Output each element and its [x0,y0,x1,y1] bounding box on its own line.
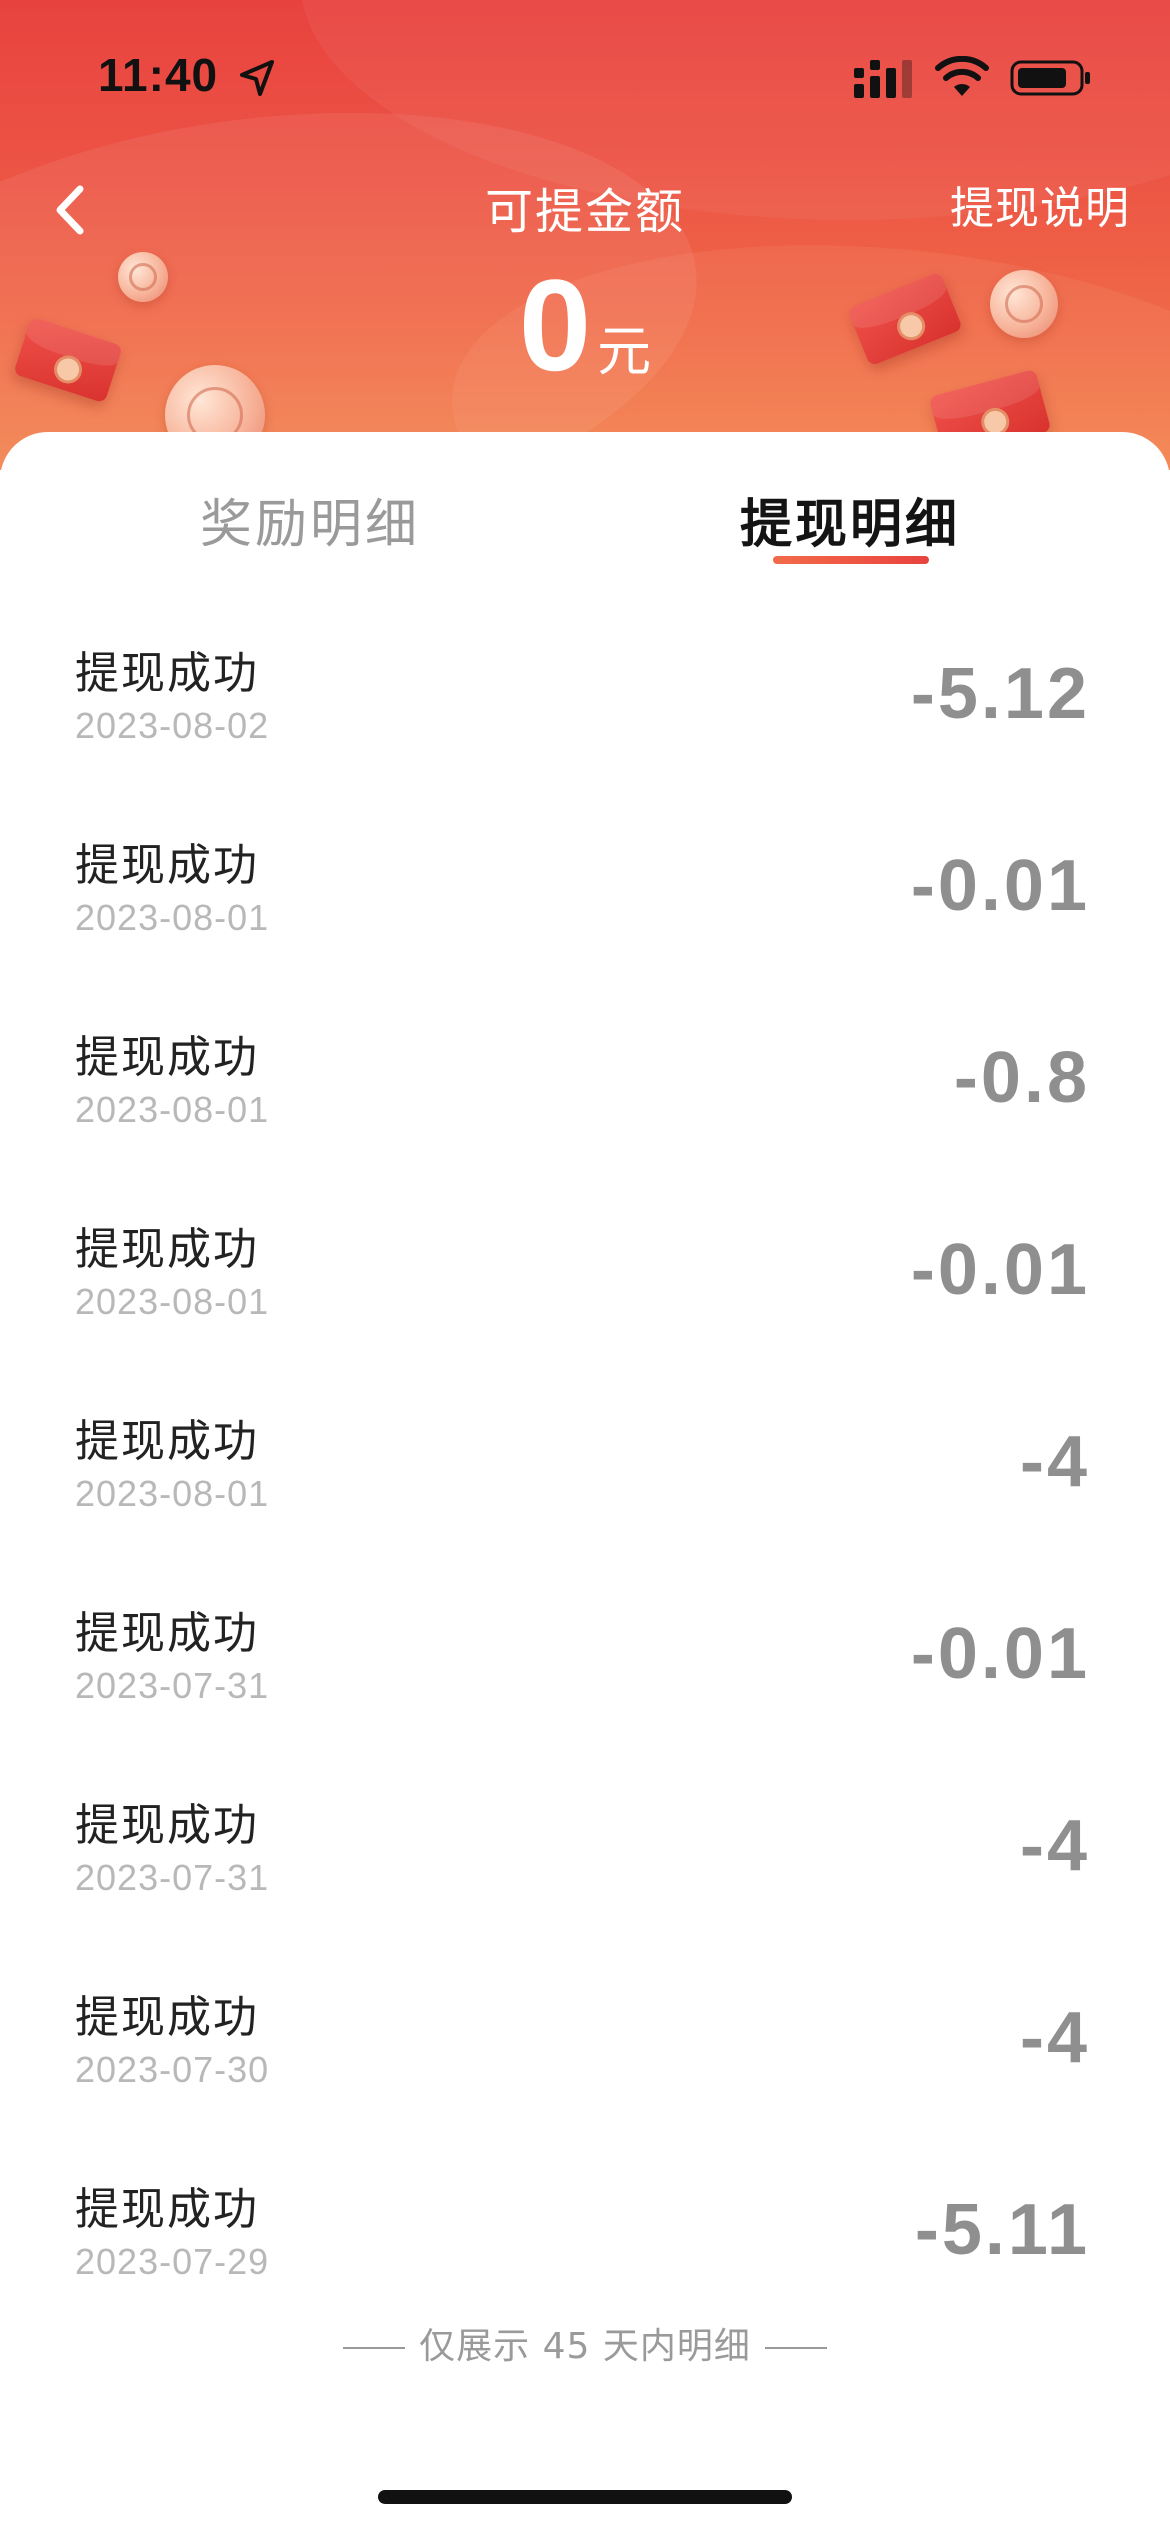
record-date: 2023-07-31 [75,1857,270,1898]
record-amount: -0.01 [910,846,1090,926]
footer-note-text: 仅展示 45 天内明细 [419,2326,751,2367]
divider [343,2347,406,2349]
record-date: 2023-07-30 [75,2049,270,2090]
record-title: 提现成功 [75,1800,259,1851]
record-title: 提现成功 [75,1992,259,2043]
balance-display: 0元 [0,260,1170,390]
location-arrow-icon [240,60,274,96]
withdraw-record-list: 提现成功 2023-08-02 -5.12 提现成功 2023-08-01 -0… [0,597,1170,2325]
active-tab-indicator [773,556,929,564]
list-item: 提现成功 2023-08-02 -5.12 [0,597,1170,789]
record-date: 2023-07-31 [75,1665,270,1706]
signal-icon [854,60,912,98]
record-title: 提现成功 [75,1608,259,1659]
tab-withdraw-details[interactable]: 提现明细 [700,482,1000,557]
record-title: 提现成功 [75,648,259,699]
list-item: 提现成功 2023-08-01 -4 [0,1365,1170,1557]
header-banner: 11:40 可提金额 提现说明 0元 [0,0,1170,470]
record-date: 2023-08-01 [75,1089,270,1130]
list-item: 提现成功 2023-08-01 -0.8 [0,981,1170,1173]
record-date: 2023-08-02 [75,705,270,746]
status-time: 11:40 [98,49,219,101]
record-title: 提现成功 [75,840,259,891]
record-amount: -5.12 [910,654,1090,734]
record-amount: -0.01 [910,1230,1090,1310]
record-title: 提现成功 [75,2184,259,2235]
record-amount: -4 [1019,1998,1090,2078]
list-item: 提现成功 2023-07-31 -0.01 [0,1557,1170,1749]
home-indicator[interactable] [378,2490,792,2504]
record-title: 提现成功 [75,1416,259,1467]
record-date: 2023-07-29 [75,2241,270,2282]
record-amount: -0.01 [910,1614,1090,1694]
record-title: 提现成功 [75,1224,259,1275]
list-item: 提现成功 2023-07-30 -4 [0,1941,1170,2133]
balance-unit: 元 [597,320,652,383]
divider [764,2347,827,2349]
record-amount: -4 [1019,1806,1090,1886]
record-amount: -0.8 [953,1038,1090,1118]
tab-reward-details[interactable]: 奖励明细 [160,482,460,557]
wifi-icon [935,56,989,96]
battery-icon [1010,60,1090,96]
list-item: 提现成功 2023-07-31 -4 [0,1749,1170,1941]
record-title: 提现成功 [75,1032,259,1083]
footer-note: 仅展示 45 天内明细 [0,2317,1170,2369]
tab-bar: 奖励明细 提现明细 [0,432,1170,582]
record-amount: -4 [1019,1422,1090,1502]
screen: 11:40 可提金额 提现说明 0元 奖励明细 提现明细 提现成功 2023-0… [0,0,1170,2532]
list-item: 提现成功 2023-08-01 -0.01 [0,789,1170,981]
record-date: 2023-08-01 [75,897,270,938]
list-item: 提现成功 2023-08-01 -0.01 [0,1173,1170,1365]
record-amount: -5.11 [914,2190,1090,2270]
withdraw-help-link[interactable]: 提现说明 [950,172,1130,236]
record-date: 2023-08-01 [75,1281,270,1322]
list-item: 提现成功 2023-07-29 -5.11 [0,2133,1170,2325]
record-date: 2023-08-01 [75,1473,270,1514]
balance-amount: 0 [518,252,592,398]
details-card: 奖励明细 提现明细 提现成功 2023-08-02 -5.12 提现成功 202… [0,432,1170,2532]
